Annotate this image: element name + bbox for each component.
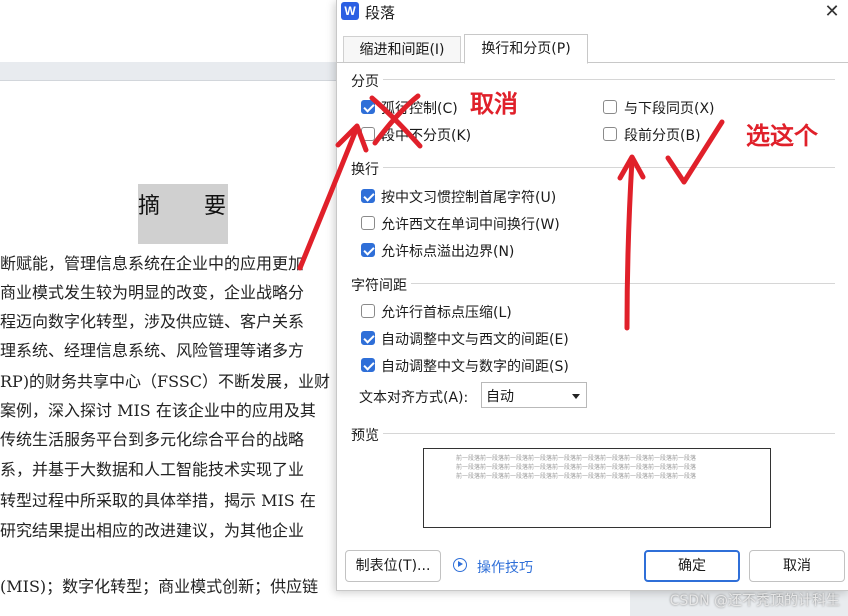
document-line: 理系统、经理信息系统、风险管理等诸多方 xyxy=(0,341,305,360)
section-char-spacing-title: 字符间距 xyxy=(351,275,411,295)
cancel-annotation: 取消 xyxy=(470,89,518,118)
document-line: 商业模式发生较为明显的改变，企业战略分 xyxy=(0,283,305,302)
document-line: 程迈向数字化转型，涉及供应链、客户关系 xyxy=(0,312,305,331)
preview-sample-line: 前一段落前一段落前一段落前一段落前一段落前一段落前一段落前一段落前一段落前一段落 xyxy=(456,473,697,480)
cjk-first-last-chars-label[interactable]: 按中文习惯控制首尾字符(U) xyxy=(381,187,556,207)
keep-lines-together-label[interactable]: 段中不分页(K) xyxy=(381,125,471,145)
section-rule xyxy=(351,283,835,284)
page-break-before-label[interactable]: 段前分页(B) xyxy=(624,125,701,145)
keep-with-next-label[interactable]: 与下段同页(X) xyxy=(624,98,715,118)
tab-line-page-breaks[interactable]: 换行和分页(P) xyxy=(464,34,588,64)
document-line: 传统生活服务平台到多元化综合平台的战略 xyxy=(0,430,305,449)
tab-stops-button[interactable]: 制表位(T)... xyxy=(345,550,441,582)
document-line: 研究结果提出相应的改进建议，为其他企业 xyxy=(0,521,305,540)
section-rule xyxy=(351,433,835,434)
paragraph-dialog: W 段落 ✕ 缩进和间距(I) 换行和分页(P) 分页 孤行控制(C) 段中不分… xyxy=(336,0,848,591)
section-rule xyxy=(351,167,835,168)
tab-indent-spacing[interactable]: 缩进和间距(I) xyxy=(343,36,461,63)
page-break-before-checkbox[interactable] xyxy=(603,127,617,141)
keep-lines-together-checkbox[interactable] xyxy=(361,127,375,141)
chevron-down-icon xyxy=(572,394,580,399)
allow-latin-word-wrap-label[interactable]: 允许西文在单词中间换行(W) xyxy=(381,214,560,234)
widow-control-checkbox[interactable] xyxy=(361,100,375,114)
watermark: CSDN @还不秃顶的计科生 xyxy=(669,593,840,609)
auto-space-cjk-latin-checkbox[interactable] xyxy=(361,331,375,345)
preview-sample-line: 前一段落前一段落前一段落前一段落前一段落前一段落前一段落前一段落前一段落前一段落 xyxy=(456,455,697,462)
allow-punctuation-overflow-checkbox[interactable] xyxy=(361,243,375,257)
dialog-titlebar[interactable]: W 段落 ✕ xyxy=(337,0,848,26)
paragraph-preview: 前一段落前一段落前一段落前一段落前一段落前一段落前一段落前一段落前一段落前一段落… xyxy=(423,448,771,528)
document-line: 案例，深入探讨 MIS 在该企业中的应用及其 xyxy=(0,401,316,420)
section-line-break-title: 换行 xyxy=(351,159,383,179)
abstract-heading: 摘 要 xyxy=(138,184,228,244)
cjk-first-last-chars-checkbox[interactable] xyxy=(361,189,375,203)
widow-control-label[interactable]: 孤行控制(C) xyxy=(381,98,458,118)
document-line: RP)的财务共享中心（FSSC）不断发展，业财 xyxy=(0,372,331,391)
wps-writer-icon: W xyxy=(341,2,359,20)
text-alignment-label: 文本对齐方式(A): xyxy=(359,390,469,406)
abstract-heading-char-2: 要 xyxy=(204,194,227,219)
compress-leading-punctuation-checkbox[interactable] xyxy=(361,304,375,318)
allow-punctuation-overflow-label[interactable]: 允许标点溢出边界(N) xyxy=(381,241,514,261)
text-alignment-value: 自动 xyxy=(486,389,514,405)
close-icon[interactable]: ✕ xyxy=(821,1,843,23)
cancel-button[interactable]: 取消 xyxy=(749,550,845,582)
play-circle-icon[interactable] xyxy=(453,558,467,572)
tips-link[interactable]: 操作技巧 xyxy=(477,557,533,577)
document-line: 断赋能，管理信息系统在企业中的应用更加 xyxy=(0,254,305,273)
dialog-title: 段落 xyxy=(365,4,396,22)
section-rule xyxy=(351,79,835,80)
document-line: (MIS)；数字化转型；商业模式创新；供应链 xyxy=(0,577,319,596)
choose-this-annotation: 选这个 xyxy=(746,121,818,150)
preview-sample-line: 前一段落前一段落前一段落前一段落前一段落前一段落前一段落前一段落前一段落前一段落 xyxy=(456,464,697,471)
section-preview-title: 预览 xyxy=(351,425,383,445)
tab-divider xyxy=(337,62,848,63)
auto-space-cjk-numbers-label[interactable]: 自动调整中文与数字的间距(S) xyxy=(381,356,569,376)
abstract-heading-char-1: 摘 xyxy=(138,194,161,219)
auto-space-cjk-numbers-checkbox[interactable] xyxy=(361,358,375,372)
compress-leading-punctuation-label[interactable]: 允许行首标点压缩(L) xyxy=(381,302,512,322)
allow-latin-word-wrap-checkbox[interactable] xyxy=(361,216,375,230)
auto-space-cjk-latin-label[interactable]: 自动调整中文与西文的间距(E) xyxy=(381,329,569,349)
keep-with-next-checkbox[interactable] xyxy=(603,100,617,114)
document-line: 转型过程中所采取的具体举措，揭示 MIS 在 xyxy=(0,491,316,510)
text-alignment-select[interactable]: 自动 xyxy=(481,382,587,408)
ok-button[interactable]: 确定 xyxy=(644,550,740,582)
section-pagination-title: 分页 xyxy=(351,71,383,91)
document-line: 系，并基于大数据和人工智能技术实现了业 xyxy=(0,460,305,479)
